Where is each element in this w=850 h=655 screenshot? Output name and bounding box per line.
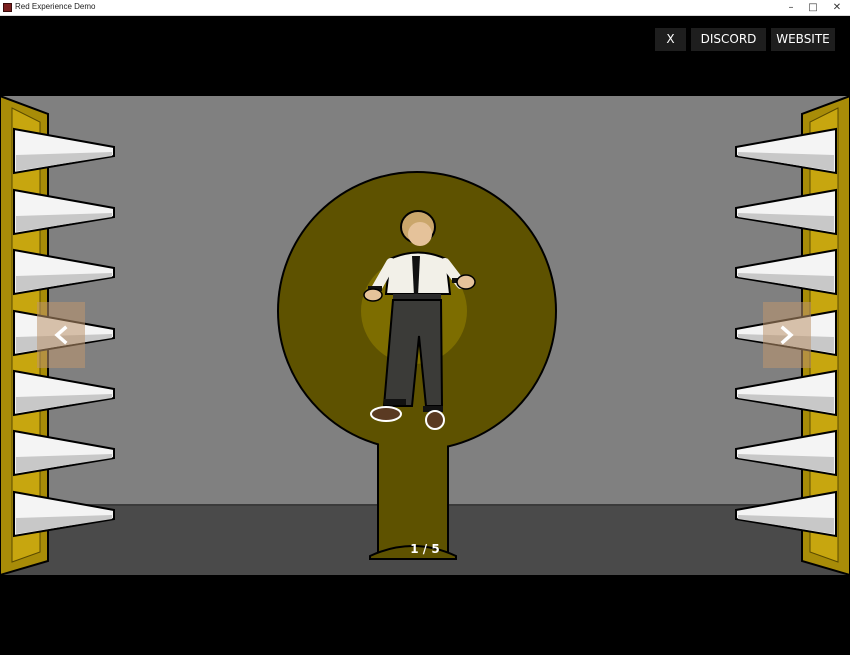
window-title: Red Experience Demo — [15, 2, 96, 11]
page-indicator: 1 / 5 — [410, 542, 440, 556]
close-window-button[interactable]: ✕ — [824, 0, 850, 15]
game-viewport: X DISCORD WEBSITE 1 / 5 — [0, 16, 850, 655]
chevron-left-icon — [54, 325, 68, 345]
chevron-right-icon — [780, 325, 794, 345]
prev-button[interactable] — [37, 302, 85, 368]
website-button[interactable]: WEBSITE — [771, 28, 835, 51]
scene-art — [0, 96, 850, 575]
maximize-button[interactable]: □ — [800, 0, 826, 15]
discord-button[interactable]: DISCORD — [691, 28, 766, 51]
app-icon — [3, 3, 12, 12]
character-scene: 1 / 5 — [0, 96, 850, 575]
close-button[interactable]: X — [655, 28, 686, 51]
window-titlebar: Red Experience Demo – □ ✕ — [0, 0, 850, 16]
next-button[interactable] — [763, 302, 811, 368]
